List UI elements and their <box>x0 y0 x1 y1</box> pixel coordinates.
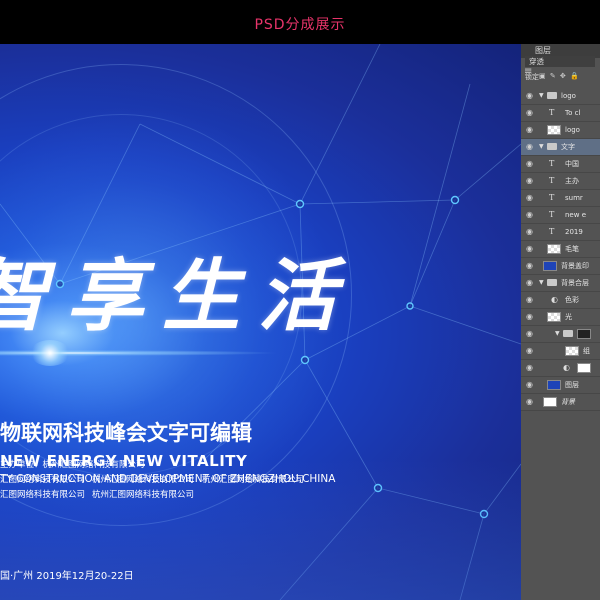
visibility-eye-icon[interactable]: ◉ <box>526 275 533 291</box>
text-layer-icon: T <box>549 227 555 236</box>
visibility-eye-icon[interactable]: ◉ <box>526 139 533 155</box>
layer-thumbnail <box>547 380 561 390</box>
layer-name: 2019 <box>565 228 583 236</box>
layer-name: 背景合层 <box>561 279 589 287</box>
layer-mask-thumbnail <box>577 363 591 373</box>
adjustment-layer-icon: ◐ <box>551 295 558 304</box>
layer-thumbnail <box>547 125 561 135</box>
folder-icon <box>547 92 557 99</box>
poster-canvas: 智享生活 物联网科技峰会文字可编辑 NEW ENERGY NEW VITALIT… <box>0 44 521 600</box>
visibility-eye-icon[interactable]: ◉ <box>526 292 533 308</box>
visibility-eye-icon[interactable]: ◉ <box>526 258 533 274</box>
layer-name: 光 <box>565 313 572 321</box>
visibility-eye-icon[interactable]: ◉ <box>526 326 533 342</box>
visibility-eye-icon[interactable]: ◉ <box>526 224 533 240</box>
layer-name: 背景 <box>561 398 575 406</box>
visibility-eye-icon[interactable]: ◉ <box>526 309 533 325</box>
visibility-eye-icon[interactable]: ◉ <box>526 88 533 104</box>
folder-icon <box>563 330 573 337</box>
org-line: 杭州汇图网络科技有限公司 <box>92 475 195 485</box>
visibility-eye-icon[interactable]: ◉ <box>526 394 533 410</box>
layer-name: 背景盖印 <box>561 262 589 270</box>
subtitle-chinese: 物联网科技峰会文字可编辑 <box>0 421 252 445</box>
layer-row[interactable]: ◉ 组 <box>521 343 600 360</box>
layer-row[interactable]: ◉ 背景盖印 <box>521 258 600 275</box>
layer-name: 文字 <box>561 143 575 151</box>
top-bar-title: PSD分成展示 <box>254 17 346 33</box>
layer-thumbnail <box>543 261 557 271</box>
text-layer-icon: T <box>549 193 555 202</box>
layer-row[interactable]: ◉ T sumr <box>521 190 600 207</box>
event-dateline: 国·广州 2019年12月20-22日 <box>0 571 134 582</box>
expand-caret-icon[interactable]: ▼ <box>539 88 544 104</box>
layer-name: 组 <box>583 347 590 355</box>
layer-row[interactable]: ◉ T 2019 <box>521 224 600 241</box>
layer-row[interactable]: ◉ T new e <box>521 207 600 224</box>
text-layer-icon: T <box>549 108 555 117</box>
blend-mode-select[interactable]: 穿透 <box>525 56 595 67</box>
headline-text: 智享生活 <box>0 251 355 342</box>
host-line: 主办单位：杭州汇图网络科技有限公司 <box>0 460 145 470</box>
layer-name: sumr <box>565 194 583 202</box>
layer-row[interactable]: ◉ logo <box>521 122 600 139</box>
layer-thumbnail <box>565 346 579 356</box>
layer-row[interactable]: ◉ ◐ <box>521 360 600 377</box>
org-line: 汇图网络科技有限公司 <box>0 475 86 485</box>
layer-thumbnail <box>547 312 561 322</box>
layer-row[interactable]: ◉ T 主办 <box>521 173 600 190</box>
layers-panel: 图层 ≡ 穿透 锁定: ▣ ✎ ✥ 🔒 ◉ ▼ logo ◉ T To cl ◉… <box>521 44 600 600</box>
folder-icon <box>547 279 557 286</box>
expand-caret-icon[interactable]: ▼ <box>539 139 544 155</box>
visibility-eye-icon[interactable]: ◉ <box>526 190 533 206</box>
visibility-eye-icon[interactable]: ◉ <box>526 122 533 138</box>
top-bar: PSD分成展示 <box>0 0 600 44</box>
visibility-eye-icon[interactable]: ◉ <box>526 105 533 121</box>
layer-name: logo <box>561 92 576 100</box>
layer-row[interactable]: ◉ 图层 <box>521 377 600 394</box>
visibility-eye-icon[interactable]: ◉ <box>526 343 533 359</box>
visibility-eye-icon[interactable]: ◉ <box>526 156 533 172</box>
layer-list: ◉ ▼ logo ◉ T To cl ◉ logo ◉ ▼ 文字 ◉ T 中国 <box>521 88 600 411</box>
layer-name: new e <box>565 211 586 219</box>
layer-row[interactable]: ◉ 背景 <box>521 394 600 411</box>
visibility-eye-icon[interactable]: ◉ <box>526 207 533 223</box>
visibility-eye-icon[interactable]: ◉ <box>526 377 533 393</box>
text-layer-icon: T <box>549 159 555 168</box>
layer-row[interactable]: ◉ ▼ <box>521 326 600 343</box>
text-layer-icon: T <box>549 176 555 185</box>
expand-caret-icon[interactable]: ▼ <box>539 275 544 291</box>
layer-row[interactable]: ◉ ◐ 色彩 <box>521 292 600 309</box>
layer-row[interactable]: ◉ ▼ 背景合层 <box>521 275 600 292</box>
layer-row[interactable]: ◉ T To cl <box>521 105 600 122</box>
visibility-eye-icon[interactable]: ◉ <box>526 360 533 376</box>
layer-row[interactable]: ◉ 毛笔 <box>521 241 600 258</box>
layer-name: logo <box>565 126 580 134</box>
text-layer-icon: T <box>549 210 555 219</box>
visibility-eye-icon[interactable]: ◉ <box>526 241 533 257</box>
layer-thumbnail <box>543 397 557 407</box>
lock-icons[interactable]: ▣ ✎ ✥ 🔒 <box>539 72 580 80</box>
org-line: 杭州汇图网络科技有限公司 <box>92 490 195 500</box>
layer-name: 毛笔 <box>565 245 579 253</box>
adjustment-layer-icon: ◐ <box>563 363 570 372</box>
layer-thumbnail <box>547 244 561 254</box>
layer-mask-thumbnail <box>577 329 591 339</box>
layer-row[interactable]: ◉ 光 <box>521 309 600 326</box>
layer-name: 图层 <box>565 381 579 389</box>
folder-icon <box>547 143 557 150</box>
visibility-eye-icon[interactable]: ◉ <box>526 173 533 189</box>
layer-row[interactable]: ◉ T 中国 <box>521 156 600 173</box>
layer-name: 色彩 <box>565 296 579 304</box>
layer-name: 中国 <box>565 160 579 168</box>
layer-name: To cl <box>565 109 581 117</box>
layer-name: 主办 <box>565 177 579 185</box>
layer-row[interactable]: ◉ ▼ logo <box>521 88 600 105</box>
org-line: 杭州汇图网络科技有限公司 <box>202 475 305 485</box>
org-line: 汇图网络科技有限公司 <box>0 490 86 500</box>
layer-row-selected[interactable]: ◉ ▼ 文字 <box>521 139 600 156</box>
expand-caret-icon[interactable]: ▼ <box>555 326 560 342</box>
